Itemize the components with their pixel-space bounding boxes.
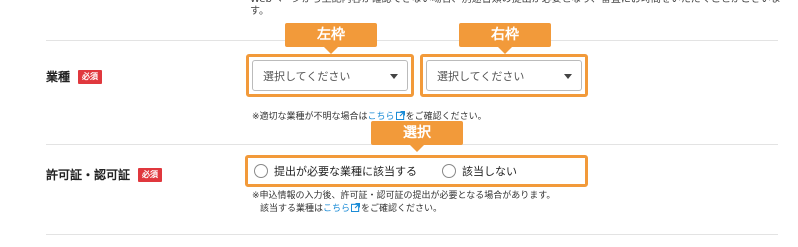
license-radio-group: 提出が必要な業種に該当する 該当しない xyxy=(254,163,517,179)
select-right-value: 選択してください xyxy=(437,69,525,83)
chevron-down-icon xyxy=(564,73,572,79)
radio-label-not-applicable: 該当しない xyxy=(462,165,517,178)
license-note-prefix: 該当する業種は xyxy=(260,204,324,214)
required-badge: 必須 xyxy=(138,167,163,182)
industry-select-left[interactable]: 選択してください xyxy=(252,60,408,91)
industry-label-row: 業種 必須 xyxy=(46,68,103,85)
license-note-link[interactable]: こちら xyxy=(323,204,350,214)
divider-bottom xyxy=(46,234,778,235)
top-note: Webページから上記内容が確認できない場合、別途書類の提出が必要となり、審査にお… xyxy=(250,0,781,17)
radio-option-required[interactable]: 提出が必要な業種に該当する xyxy=(254,163,417,179)
industry-note-prefix: ※適切な業種が不明な場合は xyxy=(252,112,368,122)
select-left-value: 選択してください xyxy=(263,69,351,83)
radio-label-required: 提出が必要な業種に該当する xyxy=(274,165,417,178)
radio-button[interactable] xyxy=(442,164,456,178)
license-label-row: 許可証・認可証 必須 xyxy=(46,166,163,183)
license-note-line2: 該当する業種はこちら をご確認ください。 xyxy=(252,203,555,216)
license-note-line1: ※申込情報の入力後、許可証・認可証の提出が必要となる場合があります。 xyxy=(252,191,556,201)
radio-option-not-applicable[interactable]: 該当しない xyxy=(442,163,517,179)
license-note: ※申込情報の入力後、許可証・認可証の提出が必要となる場合があります。 該当する業… xyxy=(252,190,555,216)
license-label: 許可証・認可証 xyxy=(46,168,131,182)
required-badge: 必須 xyxy=(78,69,103,84)
divider-top xyxy=(46,40,778,41)
external-link-icon[interactable] xyxy=(395,111,405,120)
license-note-suffix: をご確認ください。 xyxy=(361,204,443,214)
callout-select: 選択 xyxy=(371,121,463,152)
chevron-down-icon xyxy=(390,73,398,79)
external-link-icon[interactable] xyxy=(351,203,361,212)
callout-left-frame: 左枠 xyxy=(285,23,377,54)
radio-button[interactable] xyxy=(254,164,268,178)
industry-select-right[interactable]: 選択してください xyxy=(426,60,582,91)
callout-right-frame: 右枠 xyxy=(459,23,551,54)
industry-label: 業種 xyxy=(46,70,71,84)
